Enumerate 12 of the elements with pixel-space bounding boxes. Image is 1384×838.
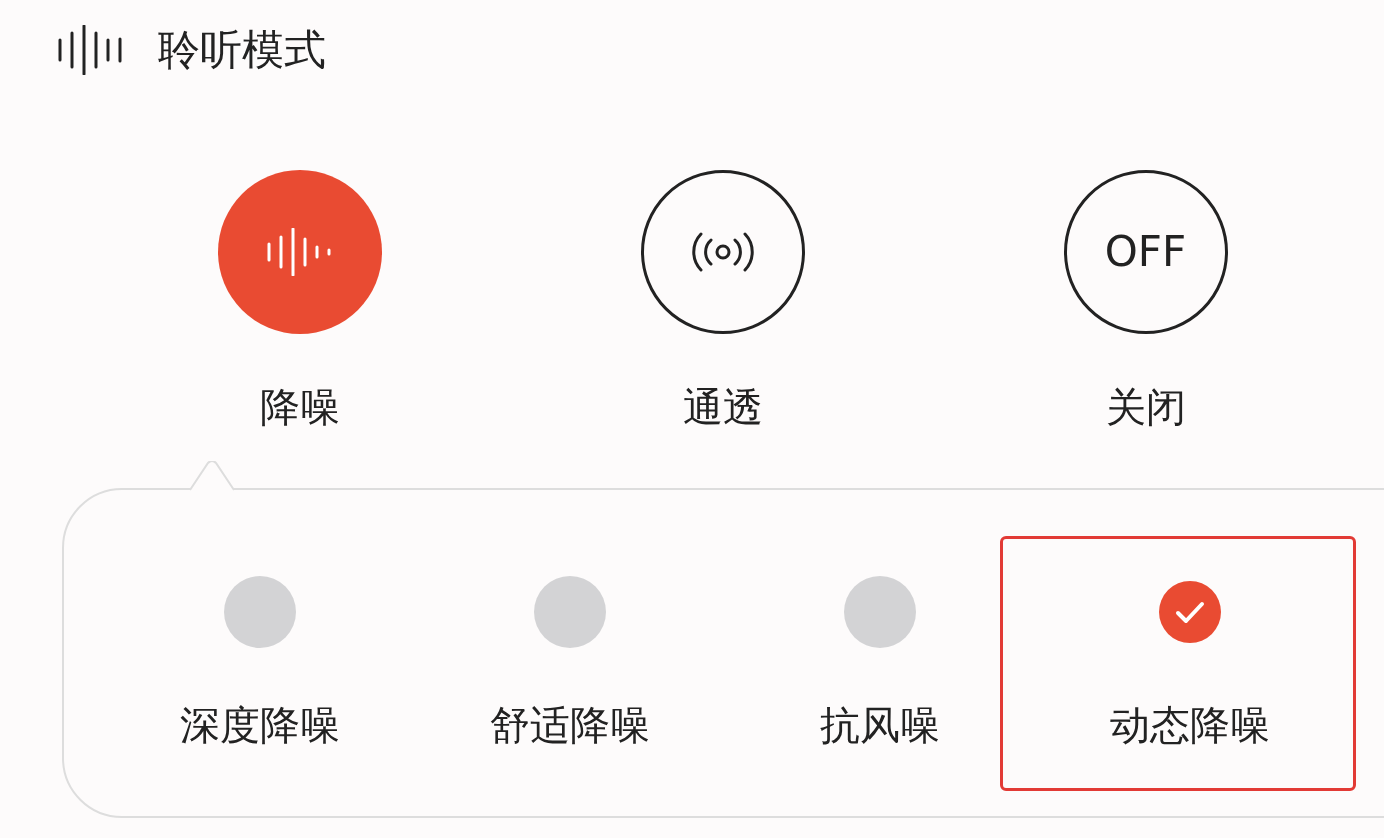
- off-label: OFF: [1104, 231, 1187, 273]
- mode-label: 关闭: [1105, 383, 1186, 432]
- mode-button[interactable]: [640, 170, 805, 334]
- option-label: 深度降噪: [180, 701, 340, 750]
- option-label: 舒适降噪: [490, 701, 650, 750]
- mode-label: 降噪: [259, 383, 340, 432]
- mode-button[interactable]: OFF: [1063, 170, 1228, 334]
- option-label: 抗风噪: [820, 701, 940, 750]
- check-icon: [1159, 581, 1221, 643]
- option-label: 动态降噪: [1110, 701, 1270, 750]
- section-title: 聆听模式: [158, 24, 326, 76]
- mode-label: 通透: [682, 383, 763, 432]
